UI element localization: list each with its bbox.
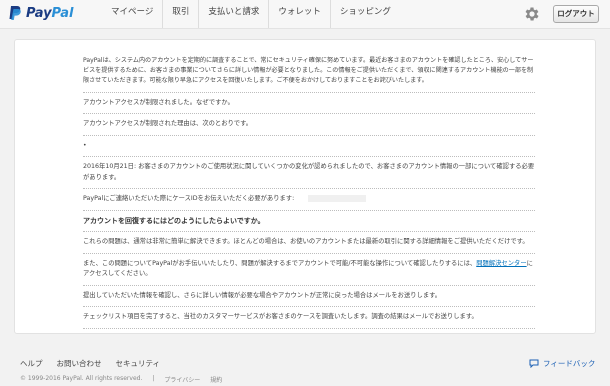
footer-divider: |: [152, 375, 155, 382]
feedback-link[interactable]: フィードバック: [529, 358, 595, 369]
terms-link[interactable]: 規約: [210, 375, 222, 384]
copyright-line: © 1999-2016 PayPal. All rights reserved.…: [20, 375, 222, 384]
gear-icon[interactable]: [523, 5, 541, 23]
resolution-center-link[interactable]: 問題解決センター: [476, 260, 526, 267]
logout-button[interactable]: ログアウト: [553, 5, 599, 23]
paypal-logo-text: PayPal: [26, 5, 74, 21]
feedback-label: フィードバック: [543, 359, 596, 368]
nav-payments-billing[interactable]: 支払いと請求: [198, 0, 268, 28]
nav-shopping[interactable]: ショッピング: [329, 0, 400, 28]
divider: [83, 156, 535, 158]
footer-link-security[interactable]: セキュリティ: [116, 358, 161, 369]
feedback-icon: [529, 359, 539, 368]
recovery-heading: アカウントを回復するにはどのようにしたらよいですか。: [83, 216, 265, 225]
help-paragraph: また、この問題についてPayPalがお手伝いいたしたり、問題が解決するまでアカウ…: [83, 259, 533, 278]
case-id-label: PayPalにご連絡いただいた際にケースIDをお伝えいただく必要があります:: [83, 195, 295, 203]
divider: [83, 134, 535, 136]
intro-paragraph: PayPalは、システム内のアカウントを定期的に調査することで、常にセキュリティ…: [83, 57, 534, 85]
privacy-link[interactable]: プライバシー: [164, 375, 200, 384]
divider: [83, 327, 535, 329]
paypal-p-icon: [9, 6, 21, 20]
divider: [83, 284, 535, 286]
case-id-line: PayPalにご連絡いただいた際にケースIDをお伝えいただく必要があります:: [83, 194, 535, 205]
resolution-paragraph: これらの問題は、通常は非常に簡単に解決できます。ほとんどの場合は、お使いのアカウ…: [83, 238, 529, 246]
divider: [83, 113, 535, 115]
divider: [83, 91, 535, 93]
divider: [83, 252, 535, 254]
nav-transactions[interactable]: 取引: [162, 0, 198, 28]
bullet: •: [83, 141, 87, 149]
divider: [83, 188, 535, 190]
access-limited-text: アカウントアクセスが制限されました。なぜですか。: [83, 98, 234, 106]
top-navigation-bar: PayPal マイページ 取引 支払いと請求 ウォレット ショッピング ログアウ…: [0, 0, 610, 29]
checklist-paragraph: チェックリスト項目を完了すると、当社のカスタマーサービスがお客さまのケースを調査…: [83, 313, 478, 321]
divider: [83, 231, 535, 233]
footer-link-help[interactable]: ヘルプ: [20, 358, 43, 369]
footer-link-contact[interactable]: お問い合わせ: [57, 358, 102, 369]
reason-intro-text: アカウントアクセスが制限された理由は、次のとおりです。: [83, 120, 253, 128]
case-id-redacted: [308, 194, 367, 202]
account-limitation-card: PayPalは、システム内のアカウントを定期的に調査することで、常にセキュリティ…: [14, 39, 596, 334]
reason-text: 2016年10月21日: お客さまのアカウントのご使用状況に関していくつかの変化…: [83, 163, 535, 181]
nav-my-page[interactable]: マイページ: [102, 0, 162, 28]
footer-links: ヘルプ お問い合わせ セキュリティ: [20, 358, 160, 369]
copyright-text: © 1999-2016 PayPal. All rights reserved.: [20, 375, 143, 382]
notice-content: PayPalは、システム内のアカウントを定期的に調査することで、常にセキュリティ…: [83, 56, 535, 334]
paypal-logo[interactable]: PayPal: [8, 4, 73, 22]
divider: [83, 306, 535, 308]
review-paragraph: 提出していただいた情報を確認し、さらに詳しい情報が必要な場合やアカウントが正常に…: [83, 291, 442, 299]
nav-wallet[interactable]: ウォレット: [268, 0, 330, 28]
divider: [83, 209, 535, 211]
main-nav: マイページ 取引 支払いと請求 ウォレット ショッピング: [102, 0, 400, 28]
